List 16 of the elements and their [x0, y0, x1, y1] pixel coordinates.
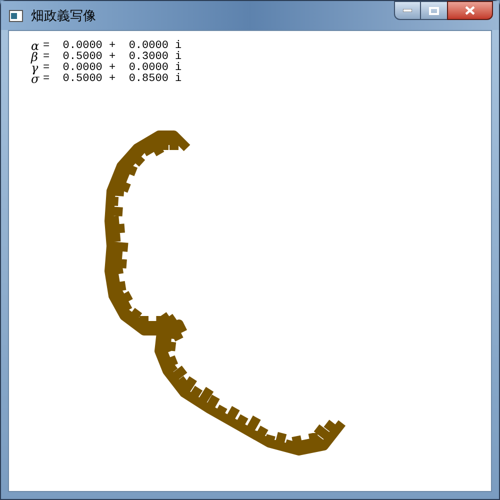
maximize-icon — [429, 6, 439, 14]
parameter-symbol: σ — [31, 74, 40, 85]
close-button[interactable] — [447, 1, 493, 20]
close-icon — [465, 6, 475, 15]
app-icon — [9, 10, 23, 22]
parameter-symbol: β — [31, 52, 38, 63]
parameter-value: = 0.5000 + 0.8500 i — [43, 74, 182, 85]
parameter-symbol: γ — [31, 63, 40, 74]
minimize-button[interactable] — [394, 1, 421, 20]
parameter-value: = 0.0000 + 0.0000 i — [43, 63, 182, 74]
parameter-symbol: α — [31, 41, 40, 52]
parameter-value: = 0.5000 + 0.3000 i — [43, 52, 182, 63]
maximize-button[interactable] — [421, 1, 447, 20]
minimize-icon — [403, 9, 412, 12]
parameter-value: = 0.0000 + 0.0000 i — [43, 41, 182, 52]
window-title: 畑政義写像 — [31, 6, 96, 25]
